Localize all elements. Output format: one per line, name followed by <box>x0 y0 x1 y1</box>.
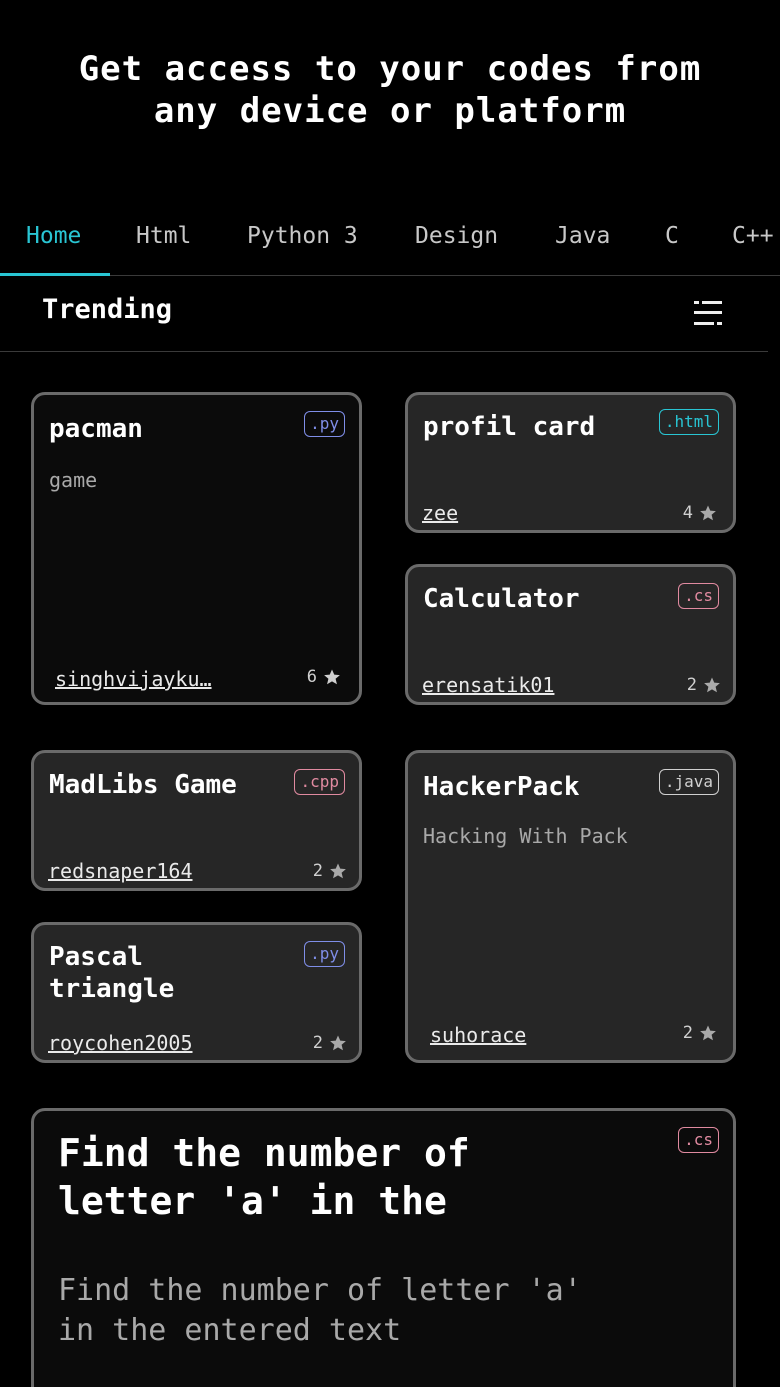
app-screen: Get access to your codes from any device… <box>0 0 780 1387</box>
hero-line-1: Get access to your codes from <box>78 49 702 89</box>
star-icon <box>330 863 346 879</box>
star-icon <box>704 677 720 693</box>
code-card-find-letter-a[interactable]: Find the number of letter 'a' in the .cs… <box>31 1108 736 1387</box>
card-title-line-2: triangle <box>49 974 175 1004</box>
card-title: MadLibs Game <box>49 770 237 800</box>
card-title: Pascal triangle <box>49 941 174 1005</box>
star-count[interactable]: 2 <box>313 861 347 881</box>
card-title: Calculator <box>423 584 580 614</box>
star-count[interactable]: 2 <box>313 1033 347 1053</box>
author-link[interactable]: redsnaper164 <box>48 859 193 883</box>
star-count[interactable]: 4 <box>683 503 717 523</box>
code-card-pascal-triangle[interactable]: Pascal triangle .py roycohen2005 2 <box>31 922 362 1063</box>
card-description-line-2: in the entered text <box>58 1313 402 1348</box>
tab-home[interactable]: Home <box>26 210 81 275</box>
card-title-line-1: Find the number of <box>58 1131 470 1175</box>
card-description: Find the number of letter 'a' in the ent… <box>58 1271 582 1351</box>
hero-banner: Get access to your codes from any device… <box>0 48 780 132</box>
language-badge: .cs <box>678 1127 719 1153</box>
card-title-line-1: Pascal <box>49 942 143 972</box>
star-count[interactable]: 2 <box>687 675 721 695</box>
card-title: profil card <box>423 412 596 442</box>
author-link[interactable]: roycohen2005 <box>48 1031 193 1055</box>
code-card-profil-card[interactable]: profil card .html zee 4 <box>405 392 736 533</box>
language-badge: .html <box>658 409 719 435</box>
section-title: Trending <box>42 294 173 325</box>
language-badge: .java <box>658 769 719 795</box>
code-card-calculator[interactable]: Calculator .cs erensatik01 2 <box>405 564 736 705</box>
star-count-value: 2 <box>682 1023 693 1043</box>
star-count-value: 6 <box>306 667 317 687</box>
code-card-hackerpack[interactable]: HackerPack .java Hacking With Pack suhor… <box>405 750 736 1063</box>
author-link[interactable]: suhorace <box>430 1023 526 1047</box>
star-icon <box>700 1025 716 1041</box>
tab-html[interactable]: Html <box>136 210 191 275</box>
tab-cpp[interactable]: C++ <box>732 210 774 275</box>
star-count[interactable]: 6 <box>307 667 341 687</box>
star-count[interactable]: 2 <box>683 1023 717 1043</box>
tab-c[interactable]: C <box>665 210 679 275</box>
star-icon <box>700 505 716 521</box>
author-link[interactable]: erensatik01 <box>422 673 554 697</box>
card-description: Hacking With Pack <box>423 824 628 848</box>
language-tabs: Home Html Python 3 Design Java C C++ <box>0 210 780 276</box>
code-card-pacman[interactable]: pacman .py game singhvijayku… 6 <box>31 392 362 705</box>
card-title: pacman <box>49 414 143 444</box>
language-badge: .py <box>304 411 345 437</box>
card-description: game <box>49 468 98 492</box>
star-count-value: 2 <box>312 861 323 881</box>
tab-java[interactable]: Java <box>555 210 610 275</box>
author-link[interactable]: zee <box>422 501 458 525</box>
language-badge: .cpp <box>294 769 345 795</box>
filter-list-icon[interactable] <box>692 298 724 328</box>
star-count-value: 4 <box>682 503 693 523</box>
language-badge: .py <box>304 941 345 967</box>
hero-line-2: any device or platform <box>153 91 627 131</box>
star-icon <box>330 1035 346 1051</box>
author-link[interactable]: singhvijayku… <box>55 667 212 691</box>
card-description-line-1: Find the number of letter 'a' <box>58 1273 582 1308</box>
star-count-value: 2 <box>312 1033 323 1053</box>
card-title-line-2: letter 'a' in the <box>58 1179 447 1223</box>
tab-python-3[interactable]: Python 3 <box>247 210 358 275</box>
code-card-madlibs-game[interactable]: MadLibs Game .cpp redsnaper164 2 <box>31 750 362 891</box>
tab-design[interactable]: Design <box>415 210 498 275</box>
trending-header: Trending <box>0 276 768 352</box>
card-title: HackerPack <box>423 772 580 802</box>
card-title: Find the number of letter 'a' in the <box>58 1129 470 1225</box>
language-badge: .cs <box>678 583 719 609</box>
star-icon <box>324 669 340 685</box>
star-count-value: 2 <box>686 675 697 695</box>
